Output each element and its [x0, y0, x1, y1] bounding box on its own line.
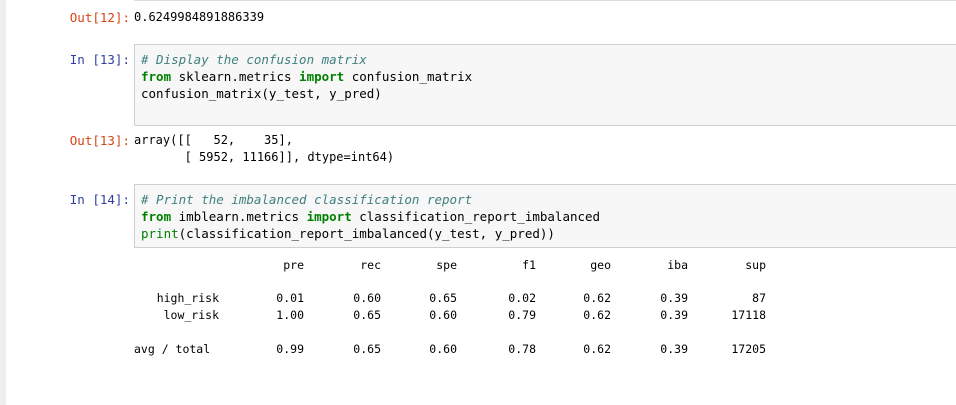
report-header-f1: f1 — [522, 258, 536, 272]
report-total-label: avg / total — [134, 342, 211, 356]
report-cell: 0.60 — [429, 342, 457, 356]
report-cell: 0.60 — [353, 291, 381, 305]
report-cell: 17205 — [731, 342, 766, 356]
report-cell: 0.02 — [508, 291, 536, 305]
report-row-label-low-risk: low_risk — [163, 308, 219, 322]
report-header-iba: iba — [667, 258, 688, 272]
print-args: (classification_report_imbalanced(y_test… — [178, 226, 555, 241]
module-name: sklearn.metrics — [171, 69, 300, 84]
module-name: imblearn.metrics — [171, 209, 307, 224]
out-prompt-13: Out[13]: — [69, 133, 130, 148]
report-cell: 0.65 — [353, 308, 381, 322]
report-header-sup: sup — [745, 258, 766, 272]
report-cell: 0.39 — [660, 342, 688, 356]
keyword-import: import — [299, 69, 345, 84]
report-cell: 87 — [752, 291, 766, 305]
output-matrix-line2: [ 5952, 11166]], dtype=int64) — [134, 150, 395, 164]
report-cell: 0.60 — [429, 308, 457, 322]
report-cell: 0.65 — [429, 291, 457, 305]
code-cell-14[interactable]: # Print the imbalanced classification re… — [134, 184, 956, 248]
keyword-from: from — [141, 69, 172, 84]
report-cell: 0.78 — [508, 342, 536, 356]
code-import-line: from imblearn.metrics import classificat… — [141, 208, 600, 225]
keyword-import: import — [306, 209, 352, 224]
report-cell: 0.62 — [583, 291, 611, 305]
report-cell: 0.39 — [660, 291, 688, 305]
code-comment: # Display the confusion matrix — [141, 52, 367, 67]
report-cell: 0.99 — [276, 342, 304, 356]
report-header-geo: geo — [590, 258, 611, 272]
report-cell: 0.62 — [583, 342, 611, 356]
report-header-rec: rec — [360, 258, 381, 272]
in-prompt-13: In [13]: — [69, 52, 130, 67]
keyword-from: from — [141, 209, 172, 224]
cell-divider — [134, 0, 956, 1]
code-print-line: print(classification_report_imbalanced(y… — [141, 225, 555, 242]
report-cell: 0.65 — [353, 342, 381, 356]
import-name: classification_report_imbalanced — [351, 209, 601, 224]
out-prompt-12: Out[12]: — [69, 10, 130, 25]
report-row-label-high-risk: high_risk — [156, 291, 219, 305]
report-cell: 17118 — [731, 308, 766, 322]
report-cell: 0.79 — [508, 308, 536, 322]
output-accuracy: 0.6249984891886339 — [134, 10, 265, 24]
code-comment: # Print the imbalanced classification re… — [141, 192, 473, 207]
code-import-line: from sklearn.metrics import confusion_ma… — [141, 68, 472, 85]
report-cell: 0.01 — [276, 291, 304, 305]
report-cell: 0.62 — [583, 308, 611, 322]
report-header-spe: spe — [436, 258, 457, 272]
in-prompt-14: In [14]: — [69, 192, 130, 207]
import-name: confusion_matrix — [344, 69, 473, 84]
builtin-print: print — [141, 226, 179, 241]
report-cell: 0.39 — [660, 308, 688, 322]
notebook-area: Out[12]: 0.6249984891886339 In [13]: # D… — [6, 0, 956, 405]
code-call-line: confusion_matrix(y_test, y_pred) — [141, 86, 382, 101]
report-cell: 1.00 — [276, 308, 304, 322]
code-cell-13[interactable]: # Display the confusion matrix from skle… — [134, 44, 956, 126]
report-header-pre: pre — [283, 258, 304, 272]
output-matrix-line1: array([[ 52, 35], — [134, 133, 293, 147]
